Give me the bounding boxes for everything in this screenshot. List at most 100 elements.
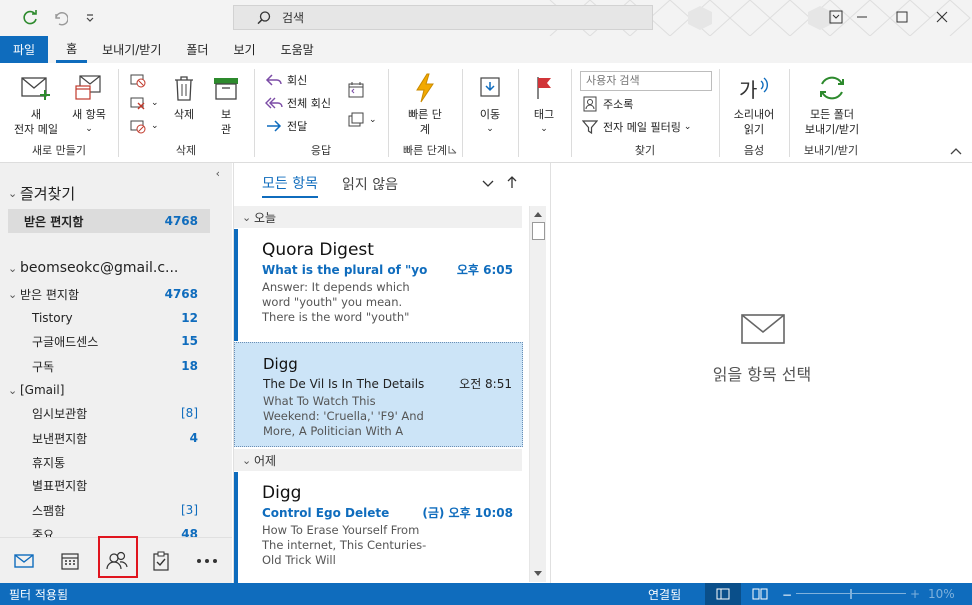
address-book-label: 주소록 [603,98,634,111]
minimize-button[interactable] [842,0,882,34]
caret-down-icon: ⌄ [242,453,252,467]
ribbon: 새 전자 메일 새 항목 ⌄ 새로 만들기 ⌄ ⌄ 삭제 보 관 삭제 회신 전… [0,63,972,163]
zoom-in-icon[interactable]: + [910,587,920,601]
caret-down-icon: ⌄ [242,210,252,224]
forward-button[interactable]: 전달 [264,115,307,137]
forward-icon [267,120,282,132]
trash-icon [175,76,193,101]
group-yesterday[interactable]: ⌄ 어제 [234,449,522,471]
filter-unread[interactable]: 읽지 않음 [342,170,398,198]
tasks-icon [153,551,169,571]
mail-item[interactable]: Quora Digest What is the plural of "you.… [234,229,523,341]
favorite-inbox[interactable]: 받은 편지함 4768 [8,209,210,233]
zoom-out-icon[interactable]: − [782,588,792,602]
mail-subject: The De Vil Is In The Details [263,377,425,391]
folder-sent[interactable]: 보낸편지함 4 [8,426,210,450]
quick-steps-button[interactable]: 빠른 단 계 [398,71,452,137]
collapse-pane-icon[interactable]: ‹ [216,167,220,180]
junk-button[interactable]: ⌄ [128,115,159,137]
tab-file[interactable]: 파일 [0,36,49,63]
ignore-button[interactable] [128,69,151,91]
mail-sender: Digg [263,355,298,373]
people-search-input[interactable] [580,71,712,91]
caret-down-icon: ⌄ [8,261,18,275]
gmail-folder[interactable]: ⌄ [Gmail] [8,378,210,402]
reply-icon [265,74,282,86]
forward-label: 전달 [287,120,308,133]
search-input[interactable]: 검색 [233,5,653,30]
account-header[interactable]: ⌄ beomseokc@gmail.c... [8,260,178,276]
folder-tistory[interactable]: Tistory 12 [8,306,210,330]
quick-steps-dialog-icon[interactable] [448,143,457,157]
calendar-module-button[interactable] [55,546,85,576]
new-items-button[interactable]: 새 항목 ⌄ [64,71,114,137]
mail-item[interactable]: Digg Control Ego Delete (금) 오후 10:08 How … [234,472,523,584]
scroll-down-icon[interactable] [532,568,544,580]
quick-steps-label: 빠른 단 계 [408,108,442,136]
tab-home[interactable]: 홈 [56,36,88,63]
mail-preview: What To Watch This Weekend: 'Cruella,' '… [263,394,424,438]
new-email-button[interactable]: 새 전자 메일 [10,71,62,137]
folder-important[interactable]: 중요 48 [8,522,210,537]
archive-button[interactable]: 보 관 [208,71,244,137]
group-today[interactable]: ⌄ 오늘 [234,206,522,228]
folder-subscriptions[interactable]: 구독 18 [8,354,210,378]
folder-drafts[interactable]: 임시보관함 [8] [8,401,210,425]
tab-folder[interactable]: 폴더 [176,36,218,63]
tab-view[interactable]: 보기 [223,36,265,63]
group-send-receive-label: 보내기/받기 [803,144,859,157]
favorites-header[interactable]: ⌄ 즐겨찾기 [8,183,75,204]
filter-email-button[interactable]: 전자 메일 필터링 ⌄ [580,116,691,138]
mail-module-button[interactable] [9,546,39,576]
reading-view-button[interactable] [752,587,768,603]
zoom-slider-thumb[interactable] [850,589,852,599]
sort-direction-icon[interactable] [507,175,517,193]
status-filter: 필터 적용됨 [9,587,69,602]
more-respond-icon [348,112,364,127]
tasks-module-button[interactable] [146,546,176,576]
move-button[interactable]: 이동 ⌄ [470,71,510,137]
cleanup-button[interactable]: ⌄ [128,92,159,114]
send-receive-all-button[interactable]: 모든 폴더 보내기/받기 [796,71,868,137]
mail-item-selected[interactable]: Digg The De Vil Is In The Details 오전 8:51… [234,342,523,447]
scroll-up-icon[interactable] [532,208,544,220]
filter-all[interactable]: 모든 항목 [262,170,318,198]
mail-time: (금) 오후 10:08 [422,506,513,520]
folder-trash[interactable]: 휴지통 [8,450,210,474]
tags-button[interactable]: 태그 ⌄ [524,71,564,137]
group-delete-label: 삭제 [175,144,197,157]
status-connected: 연결됨 [648,587,682,602]
customize-toolbar-icon[interactable] [80,8,100,28]
folder-adsense[interactable]: 구글애드센스 15 [8,329,210,353]
collapse-ribbon-icon[interactable] [950,144,962,158]
new-email-label: 새 전자 메일 [14,108,58,136]
maximize-button[interactable] [882,0,922,34]
scroll-thumb[interactable] [532,222,545,240]
archive-icon [214,78,238,100]
tab-help[interactable]: 도움말 [271,36,324,63]
normal-view-button[interactable] [705,583,741,605]
more-respond-button[interactable]: ⌄ [346,109,377,131]
tab-send-receive[interactable]: 보내기/받기 [92,36,171,63]
filter-icon [582,120,598,135]
sort-dropdown-icon[interactable] [482,177,494,193]
inbox-folder[interactable]: ⌄ 받은 편지함 4768 [8,282,210,306]
undo-icon[interactable] [50,8,70,28]
more-modules-button[interactable] [192,546,222,576]
address-book-icon [583,96,597,112]
group-voice-label: 음성 [743,144,765,157]
sync-icon[interactable] [20,8,40,28]
new-items-icon [75,75,101,100]
folder-starred[interactable]: 별표편지함 [8,473,210,497]
message-list-scrollbar[interactable] [529,206,546,582]
mail-time: 오전 8:51 [459,377,512,391]
folder-spam[interactable]: 스팸함 [3] [8,498,210,522]
address-book-button[interactable]: 주소록 [580,93,633,115]
reply-button[interactable]: 회신 [264,69,307,91]
meeting-button[interactable] [346,79,369,101]
close-button[interactable] [922,0,962,34]
reply-all-button[interactable]: 전체 회신 [264,92,331,114]
delete-button[interactable]: 삭제 [166,71,202,122]
read-aloud-button[interactable]: 가 소리내어 읽기 [724,71,784,137]
send-receive-icon [820,76,844,100]
